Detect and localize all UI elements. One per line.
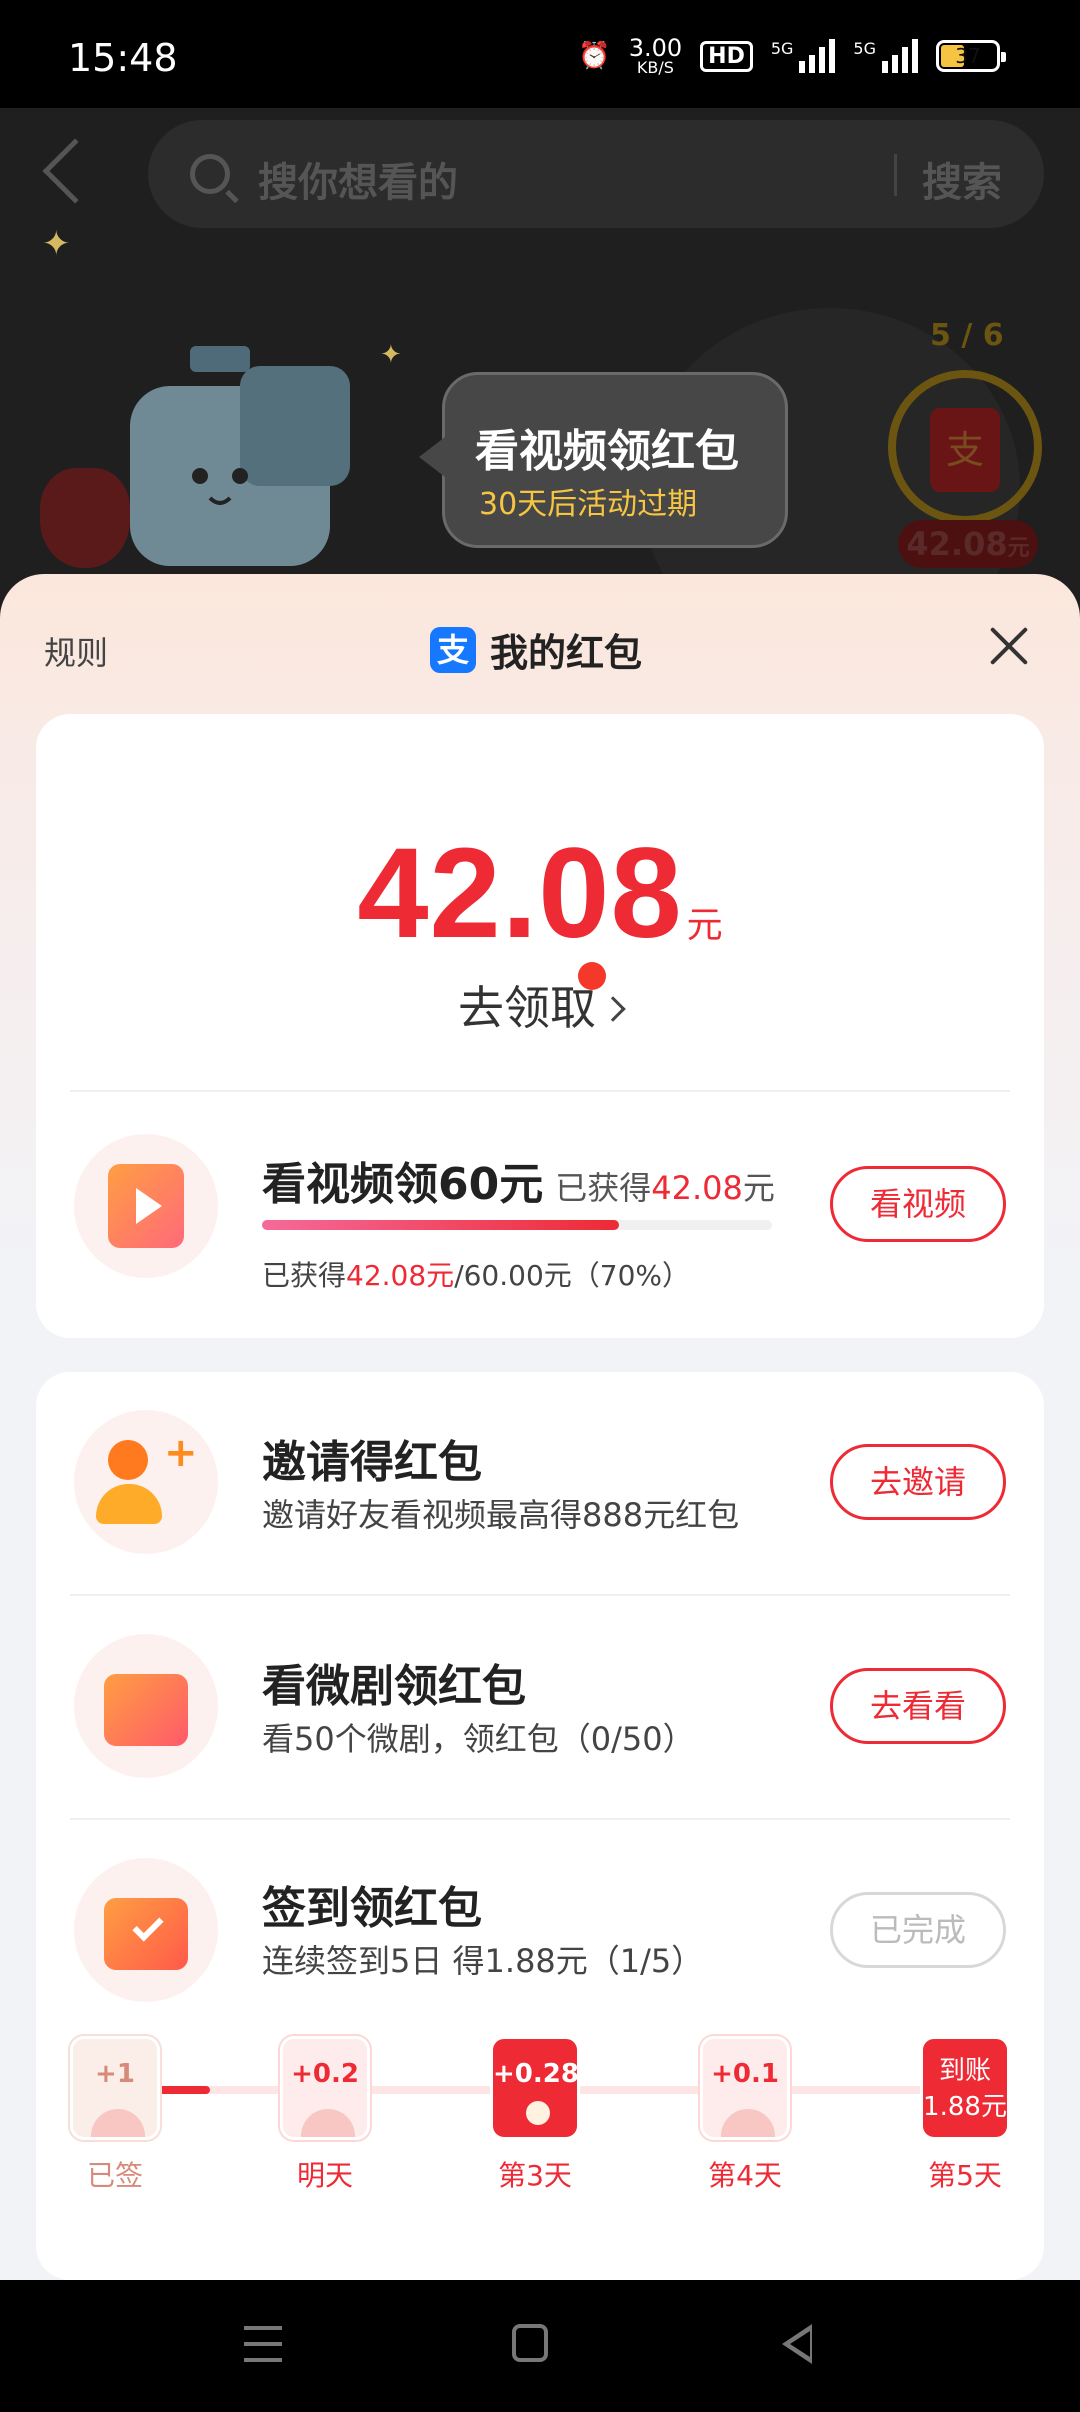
checkin-day-2: +0.2 明天: [280, 2036, 370, 2194]
menu-icon[interactable]: [244, 2326, 282, 2362]
network-speed: 3.00 KB/S: [628, 34, 683, 77]
checkin-day-4: +0.1 第4天: [700, 2036, 790, 2194]
sheet-header: 规则 支 我的红包: [0, 574, 1080, 714]
drama-task-title: 看微剧领红包: [262, 1661, 526, 1712]
signal-icon-1: 5G: [771, 39, 836, 73]
tv-icon: [104, 1674, 188, 1746]
status-bar: 15:48 ⏰ 3.00 KB/S HD 5G 5G 37: [0, 0, 1080, 108]
red-envelope-icon: 支: [930, 408, 1000, 492]
video-progress-count: 5 / 6: [930, 318, 1004, 353]
signal-icon-2: 5G: [853, 39, 918, 73]
status-time: 15:48: [68, 36, 178, 80]
sheet-title-text: 我的红包: [490, 631, 643, 675]
rules-link[interactable]: 规则: [44, 628, 108, 674]
play-icon: [108, 1164, 184, 1248]
search-placeholder: 搜你想看的: [258, 160, 458, 206]
alarm-icon: ⏰: [578, 41, 611, 71]
calendar-icon: [104, 1898, 188, 1970]
chevron-right-icon: [600, 996, 626, 1022]
alipay-icon: 支: [430, 626, 476, 673]
red-packet-sheet: 规则 支 我的红包 42.08 元 去领取 看视频领60元 已获得42.08元 已获…: [0, 574, 1080, 2280]
watch-drama-button[interactable]: 去看看: [830, 1668, 1006, 1744]
home-icon[interactable]: [512, 2324, 548, 2362]
sparkle-icon: ✦: [42, 224, 71, 264]
search-bar: 搜你想看的 搜索: [148, 120, 1044, 228]
close-icon[interactable]: [988, 626, 1030, 668]
lucky-bag-icon: [40, 468, 130, 568]
background-app: 搜你想看的 搜索 5 / 6 支 42.08元 ✦ ✦ 看视频领红包 30天后活…: [0, 108, 1080, 648]
invite-task-icon: +: [74, 1410, 218, 1554]
search-button: 搜索: [922, 160, 1002, 206]
sparkle-icon: ✦: [380, 340, 402, 370]
notification-dot: [578, 962, 606, 990]
drama-task-icon: [74, 1634, 218, 1778]
checkin-day-1: +1 已签: [70, 2036, 160, 2194]
balance-amount: 42.08 元: [357, 822, 723, 965]
battery-icon: 37: [936, 40, 1006, 72]
bubble-title: 看视频领红包: [475, 426, 739, 477]
back-icon[interactable]: [782, 2324, 812, 2364]
drama-task-sub: 看50个微剧，领红包（0/50）: [262, 1720, 695, 1758]
hd-voice-icon: HD: [700, 40, 753, 72]
checkin-task-sub: 连续签到5日 得1.88元（1/5）: [262, 1942, 704, 1980]
back-arrow-icon: [42, 138, 108, 204]
balance-card: 42.08 元 去领取 看视频领60元 已获得42.08元 已获得42.08元/60…: [36, 714, 1044, 1338]
invite-task-sub: 邀请好友看视频最高得888元红包: [262, 1496, 740, 1534]
video-task-title: 看视频领60元 已获得42.08元: [262, 1159, 775, 1210]
watch-video-button[interactable]: 看视频: [830, 1166, 1006, 1242]
checkin-day-3: +0.28 第3天: [490, 2036, 580, 2194]
video-task-icon: [74, 1134, 218, 1278]
video-progress-text: 已获得42.08元/60.00元（70%）: [262, 1259, 691, 1292]
video-progress-bar: [262, 1220, 772, 1230]
system-nav-bar: [0, 2280, 1080, 2412]
checkin-timeline: +1 已签 +0.2 明天 +0.28 第3天 +0.1 第4天 到账 1.88…: [70, 2036, 1010, 2196]
search-icon: [190, 154, 230, 194]
invite-button[interactable]: 去邀请: [830, 1444, 1006, 1520]
promo-bubble: 看视频领红包 30天后活动过期: [419, 372, 788, 548]
checkin-task-icon: [74, 1858, 218, 2002]
tasks-card: + 邀请得红包 邀请好友看视频最高得888元红包 去邀请 看微剧领红包 看50个…: [36, 1372, 1044, 2280]
checkin-day-5: 到账 1.88元 第5天: [920, 2036, 1010, 2194]
bubble-subtitle: 30天后活动过期: [479, 487, 698, 522]
claim-link[interactable]: 去领取: [36, 962, 1044, 1038]
sheet-title: 支 我的红包: [430, 622, 642, 677]
status-icons: ⏰ 3.00 KB/S HD 5G 5G 37: [578, 34, 1006, 77]
completed-button: 已完成: [830, 1892, 1006, 1968]
mascot-icon: [130, 346, 350, 566]
ring-amount: 42.08元: [898, 520, 1038, 568]
invite-task-title: 邀请得红包: [262, 1437, 482, 1488]
checkin-task-title: 签到领红包: [262, 1883, 482, 1934]
